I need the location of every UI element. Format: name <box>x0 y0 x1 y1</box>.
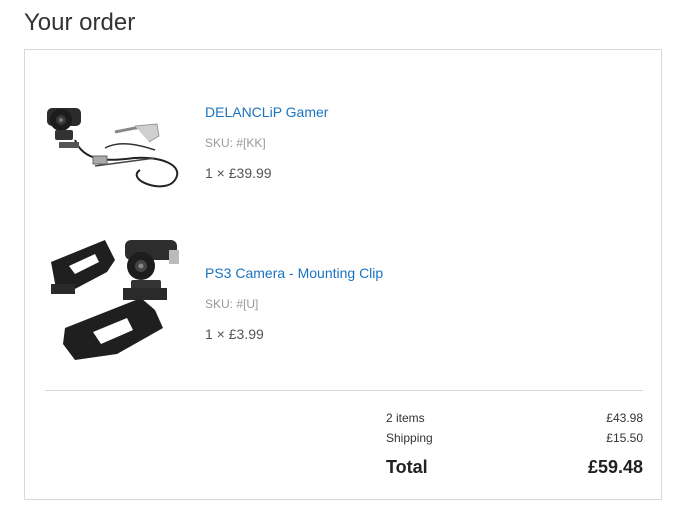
item-sku: SKU: #[U] <box>205 297 259 311</box>
order-item: DELANCLiP Gamer SKU: #[KK] 1 × £39.99 <box>45 70 643 210</box>
order-item: PS3 Camera - Mounting Clip SKU: #[U] 1 ×… <box>45 232 643 372</box>
order-summary-box: DELANCLiP Gamer SKU: #[KK] 1 × £39.99 PS… <box>24 49 662 500</box>
total-value: £59.48 <box>587 457 643 477</box>
shipping-label: Shipping <box>386 431 433 445</box>
item-name-link[interactable]: PS3 Camera - Mounting Clip <box>205 265 383 281</box>
item-name-link[interactable]: DELANCLiP Gamer <box>205 104 328 120</box>
product-image-clip[interactable] <box>45 232 185 372</box>
item-quantity-price: 1 × £39.99 <box>205 165 272 181</box>
shipping-value: £15.50 <box>606 431 643 445</box>
subtotal-row: 2 items £43.98 <box>386 409 643 429</box>
order-totals: 2 items £43.98 Shipping £15.50 Total £59… <box>386 409 643 484</box>
product-image-camera[interactable] <box>45 70 185 210</box>
item-sku: SKU: #[KK] <box>205 136 266 150</box>
shipping-row: Shipping £15.50 <box>386 429 643 449</box>
summary-divider <box>45 390 643 391</box>
subtotal-label: 2 items <box>386 411 425 425</box>
total-row: Total £59.48 <box>386 454 643 484</box>
subtotal-value: £43.98 <box>606 411 643 425</box>
item-quantity-price: 1 × £3.99 <box>205 326 264 342</box>
page-title: Your order <box>24 9 136 36</box>
total-label: Total <box>386 457 428 477</box>
